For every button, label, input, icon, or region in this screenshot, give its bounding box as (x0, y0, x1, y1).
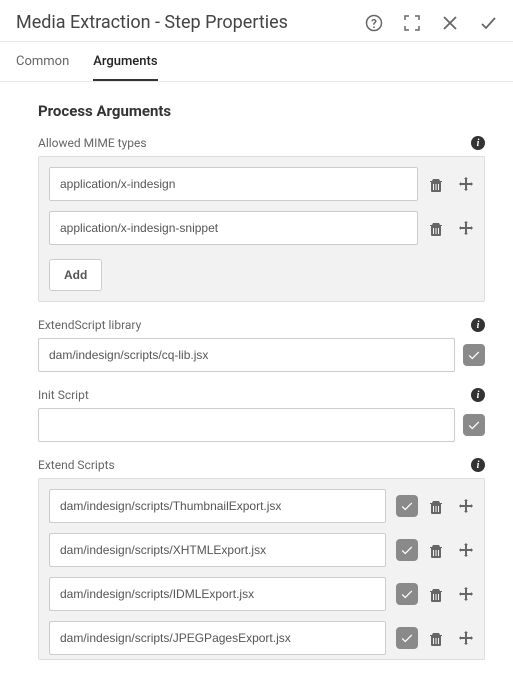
mime-row (49, 167, 474, 201)
checkbox-checked[interactable] (396, 495, 418, 517)
field-extendscript-library: ExtendScript library i (38, 318, 485, 372)
field-allowed-mime: Allowed MIME types i Add (38, 136, 485, 302)
trash-icon[interactable] (428, 498, 444, 514)
script-row (49, 533, 474, 567)
init-script-input[interactable] (38, 408, 455, 442)
extendscript-library-input[interactable] (38, 338, 455, 372)
tabs: Common Arguments (0, 42, 513, 82)
section-title: Process Arguments (38, 102, 485, 120)
tab-arguments[interactable]: Arguments (93, 54, 157, 81)
close-icon[interactable] (441, 14, 459, 32)
init-script-label: Init Script (38, 388, 89, 402)
header-actions (365, 14, 497, 32)
move-icon[interactable] (458, 630, 474, 646)
checkbox-checked[interactable] (463, 414, 485, 436)
add-button[interactable]: Add (49, 259, 102, 291)
script-input[interactable] (49, 489, 386, 523)
extendscript-library-label: ExtendScript library (38, 318, 141, 332)
info-icon[interactable]: i (471, 458, 485, 472)
trash-icon[interactable] (428, 220, 444, 236)
checkbox-checked[interactable] (396, 539, 418, 561)
mime-input[interactable] (49, 211, 418, 245)
mime-input[interactable] (49, 167, 418, 201)
page-title: Media Extraction - Step Properties (16, 12, 365, 33)
script-input[interactable] (49, 621, 386, 655)
script-row (49, 577, 474, 611)
move-icon[interactable] (458, 542, 474, 558)
content: Process Arguments Allowed MIME types i (0, 82, 513, 676)
tab-common[interactable]: Common (16, 54, 69, 81)
trash-icon[interactable] (428, 630, 444, 646)
info-icon[interactable]: i (471, 136, 485, 150)
checkbox-checked[interactable] (396, 627, 418, 649)
checkbox-checked[interactable] (396, 583, 418, 605)
field-init-script: Init Script i (38, 388, 485, 442)
trash-icon[interactable] (428, 542, 444, 558)
fullscreen-icon[interactable] (403, 14, 421, 32)
script-row (49, 621, 474, 655)
confirm-icon[interactable] (479, 14, 497, 32)
script-input[interactable] (49, 577, 386, 611)
move-icon[interactable] (458, 498, 474, 514)
field-extend-scripts: Extend Scripts i (38, 458, 485, 660)
script-row (49, 489, 474, 523)
mime-row (49, 211, 474, 245)
move-icon[interactable] (458, 176, 474, 192)
checkbox-checked[interactable] (463, 344, 485, 366)
trash-icon[interactable] (428, 586, 444, 602)
script-input[interactable] (49, 533, 386, 567)
move-icon[interactable] (458, 586, 474, 602)
allowed-mime-multibox: Add (38, 156, 485, 302)
help-icon[interactable] (365, 14, 383, 32)
info-icon[interactable]: i (471, 388, 485, 402)
extend-scripts-label: Extend Scripts (38, 458, 115, 472)
info-icon[interactable]: i (471, 318, 485, 332)
header: Media Extraction - Step Properties (0, 0, 513, 42)
move-icon[interactable] (458, 220, 474, 236)
trash-icon[interactable] (428, 176, 444, 192)
allowed-mime-label: Allowed MIME types (38, 136, 147, 150)
